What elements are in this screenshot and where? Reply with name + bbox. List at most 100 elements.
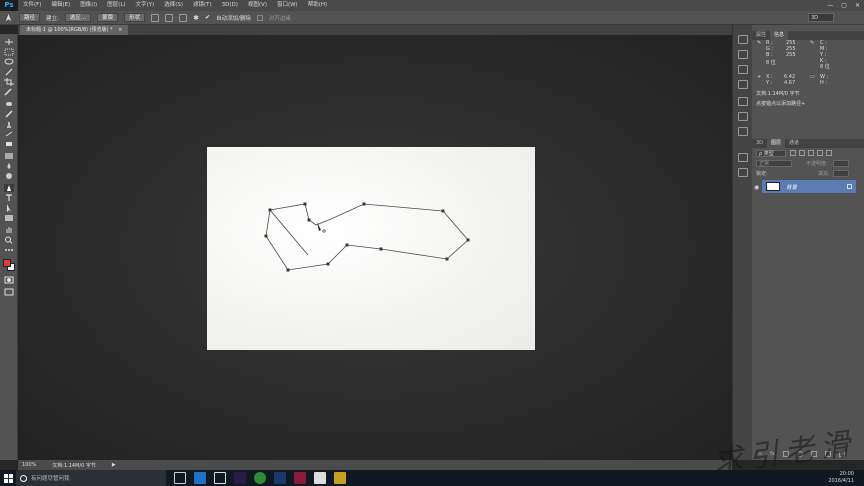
- fill-input[interactable]: [833, 170, 849, 177]
- anchor-point[interactable]: [379, 247, 383, 251]
- document-canvas[interactable]: [207, 147, 535, 350]
- menu-image[interactable]: 图像(I): [75, 0, 102, 11]
- filter-type-icon[interactable]: [808, 150, 814, 156]
- hand-tool-icon[interactable]: [4, 226, 14, 234]
- filter-smart-object-icon[interactable]: [826, 150, 832, 156]
- workspace-select[interactable]: 3D: [808, 13, 834, 22]
- auto-add-delete-checkbox[interactable]: ✔: [205, 14, 210, 21]
- start-button[interactable]: [0, 470, 16, 486]
- anchor-point[interactable]: [286, 268, 290, 272]
- marquee-tool-icon[interactable]: [4, 48, 14, 56]
- opacity-input[interactable]: [833, 160, 849, 167]
- menu-select[interactable]: 选择(S): [159, 0, 188, 11]
- selection-button[interactable]: 选区...: [64, 13, 92, 22]
- filter-pixel-icon[interactable]: [790, 150, 796, 156]
- maximize-button[interactable]: ▢: [841, 2, 847, 9]
- tab-channels[interactable]: 通道: [785, 139, 803, 148]
- tab-info[interactable]: 信息: [770, 31, 789, 40]
- filter-adjustment-icon[interactable]: [799, 150, 805, 156]
- status-menu-arrow-icon[interactable]: ▶: [112, 462, 116, 468]
- edit-toolbar-icon[interactable]: [4, 246, 14, 254]
- blur-tool-icon[interactable]: [4, 162, 14, 170]
- anchor-point[interactable]: [345, 243, 349, 247]
- color-panel-icon[interactable]: [738, 65, 748, 74]
- menu-file[interactable]: 文件(F): [18, 0, 46, 11]
- close-tab-icon[interactable]: ×: [118, 27, 122, 33]
- shape-button[interactable]: 形状: [124, 13, 146, 22]
- menu-filter[interactable]: 滤镜(T): [188, 0, 217, 11]
- indesign-icon[interactable]: [294, 472, 306, 484]
- path-alignment-icon[interactable]: [165, 13, 174, 22]
- after-effects-icon[interactable]: [234, 472, 246, 484]
- history-panel-icon[interactable]: [738, 35, 748, 44]
- path-arrangement-icon[interactable]: [179, 13, 188, 22]
- store-icon[interactable]: [214, 472, 226, 484]
- path-operations-icon[interactable]: [151, 13, 160, 22]
- actions-panel-icon[interactable]: [738, 50, 748, 59]
- tab-properties[interactable]: 属性: [752, 31, 770, 40]
- anchor-point[interactable]: [307, 218, 311, 222]
- eyedropper-tool-icon[interactable]: [4, 88, 14, 96]
- pen-tool-icon[interactable]: [4, 13, 13, 22]
- adjustments-panel-icon[interactable]: [738, 153, 748, 162]
- menu-view[interactable]: 视图(V): [243, 0, 272, 11]
- brush-tool-icon[interactable]: [4, 110, 14, 118]
- gradient-tool-icon[interactable]: [4, 152, 14, 160]
- mode-select[interactable]: 路径: [19, 13, 41, 22]
- wechat-icon[interactable]: [254, 472, 266, 484]
- swatches-panel-icon[interactable]: [738, 80, 748, 89]
- menu-layer[interactable]: 图层(L): [102, 0, 130, 11]
- lasso-tool-icon[interactable]: [4, 58, 14, 66]
- edge-browser-icon[interactable]: [194, 472, 206, 484]
- rectangle-tool-icon[interactable]: [4, 214, 14, 222]
- anchor-point[interactable]: [466, 238, 470, 242]
- tab-layers[interactable]: 图层: [767, 139, 786, 148]
- anchor-point[interactable]: [326, 262, 330, 266]
- anchor-point[interactable]: [441, 209, 445, 213]
- document-tab[interactable]: 未标题-1 @ 100%(RGB/8) (预览版) * ×: [20, 25, 129, 35]
- healing-brush-tool-icon[interactable]: [4, 100, 14, 108]
- task-view-icon[interactable]: [174, 472, 186, 484]
- layer-filter-select[interactable]: ρ 类型: [756, 150, 786, 157]
- crop-tool-icon[interactable]: [4, 78, 14, 86]
- paths-panel-icon[interactable]: [738, 168, 748, 177]
- cortana-search-box[interactable]: 有问题尽管问我: [16, 470, 166, 486]
- align-edges-checkbox[interactable]: [256, 14, 263, 21]
- brush-panel-icon[interactable]: [738, 127, 748, 136]
- menu-window[interactable]: 窗口(W): [272, 0, 303, 11]
- layer-row-background[interactable]: 背景: [762, 180, 856, 193]
- pen-path[interactable]: [207, 147, 535, 350]
- screen-mode-icon[interactable]: [4, 288, 14, 296]
- type-tool-icon[interactable]: [4, 194, 14, 202]
- zoom-tool-icon[interactable]: [4, 236, 14, 244]
- paragraph-panel-icon[interactable]: [738, 112, 748, 121]
- dodge-tool-icon[interactable]: [4, 172, 14, 180]
- eraser-tool-icon[interactable]: [4, 140, 14, 148]
- minimize-button[interactable]: —: [827, 2, 833, 9]
- menu-type[interactable]: 文字(Y): [131, 0, 160, 11]
- pen-tool-icon[interactable]: [4, 184, 14, 192]
- quick-mask-icon[interactable]: [4, 276, 14, 284]
- tab-3d[interactable]: 3D: [752, 139, 767, 148]
- filter-shape-icon[interactable]: [817, 150, 823, 156]
- photoshop-taskbar-icon[interactable]: [274, 472, 286, 484]
- blend-mode-select[interactable]: 正常: [756, 160, 792, 167]
- menu-help[interactable]: 帮助(H): [303, 0, 332, 11]
- system-clock[interactable]: 20:00 2016/4/11: [828, 471, 854, 485]
- gear-icon[interactable]: ✱: [193, 14, 199, 22]
- file-icon[interactable]: [314, 472, 326, 484]
- eye-icon[interactable]: ◉: [754, 184, 759, 191]
- recorder-icon[interactable]: [334, 472, 346, 484]
- clone-stamp-tool-icon[interactable]: [4, 120, 14, 128]
- foreground-color-swatch[interactable]: [3, 259, 11, 267]
- anchor-point[interactable]: [362, 202, 366, 206]
- anchor-point[interactable]: [445, 257, 449, 261]
- zoom-level[interactable]: 100%: [22, 462, 36, 468]
- anchor-point[interactable]: [268, 208, 272, 212]
- menu-3d[interactable]: 3D(D): [217, 0, 243, 11]
- history-brush-tool-icon[interactable]: [4, 130, 14, 138]
- mask-button[interactable]: 蒙版: [97, 13, 119, 22]
- character-panel-icon[interactable]: [738, 97, 748, 106]
- anchor-point[interactable]: [264, 234, 268, 238]
- menu-edit[interactable]: 编辑(E): [46, 0, 75, 11]
